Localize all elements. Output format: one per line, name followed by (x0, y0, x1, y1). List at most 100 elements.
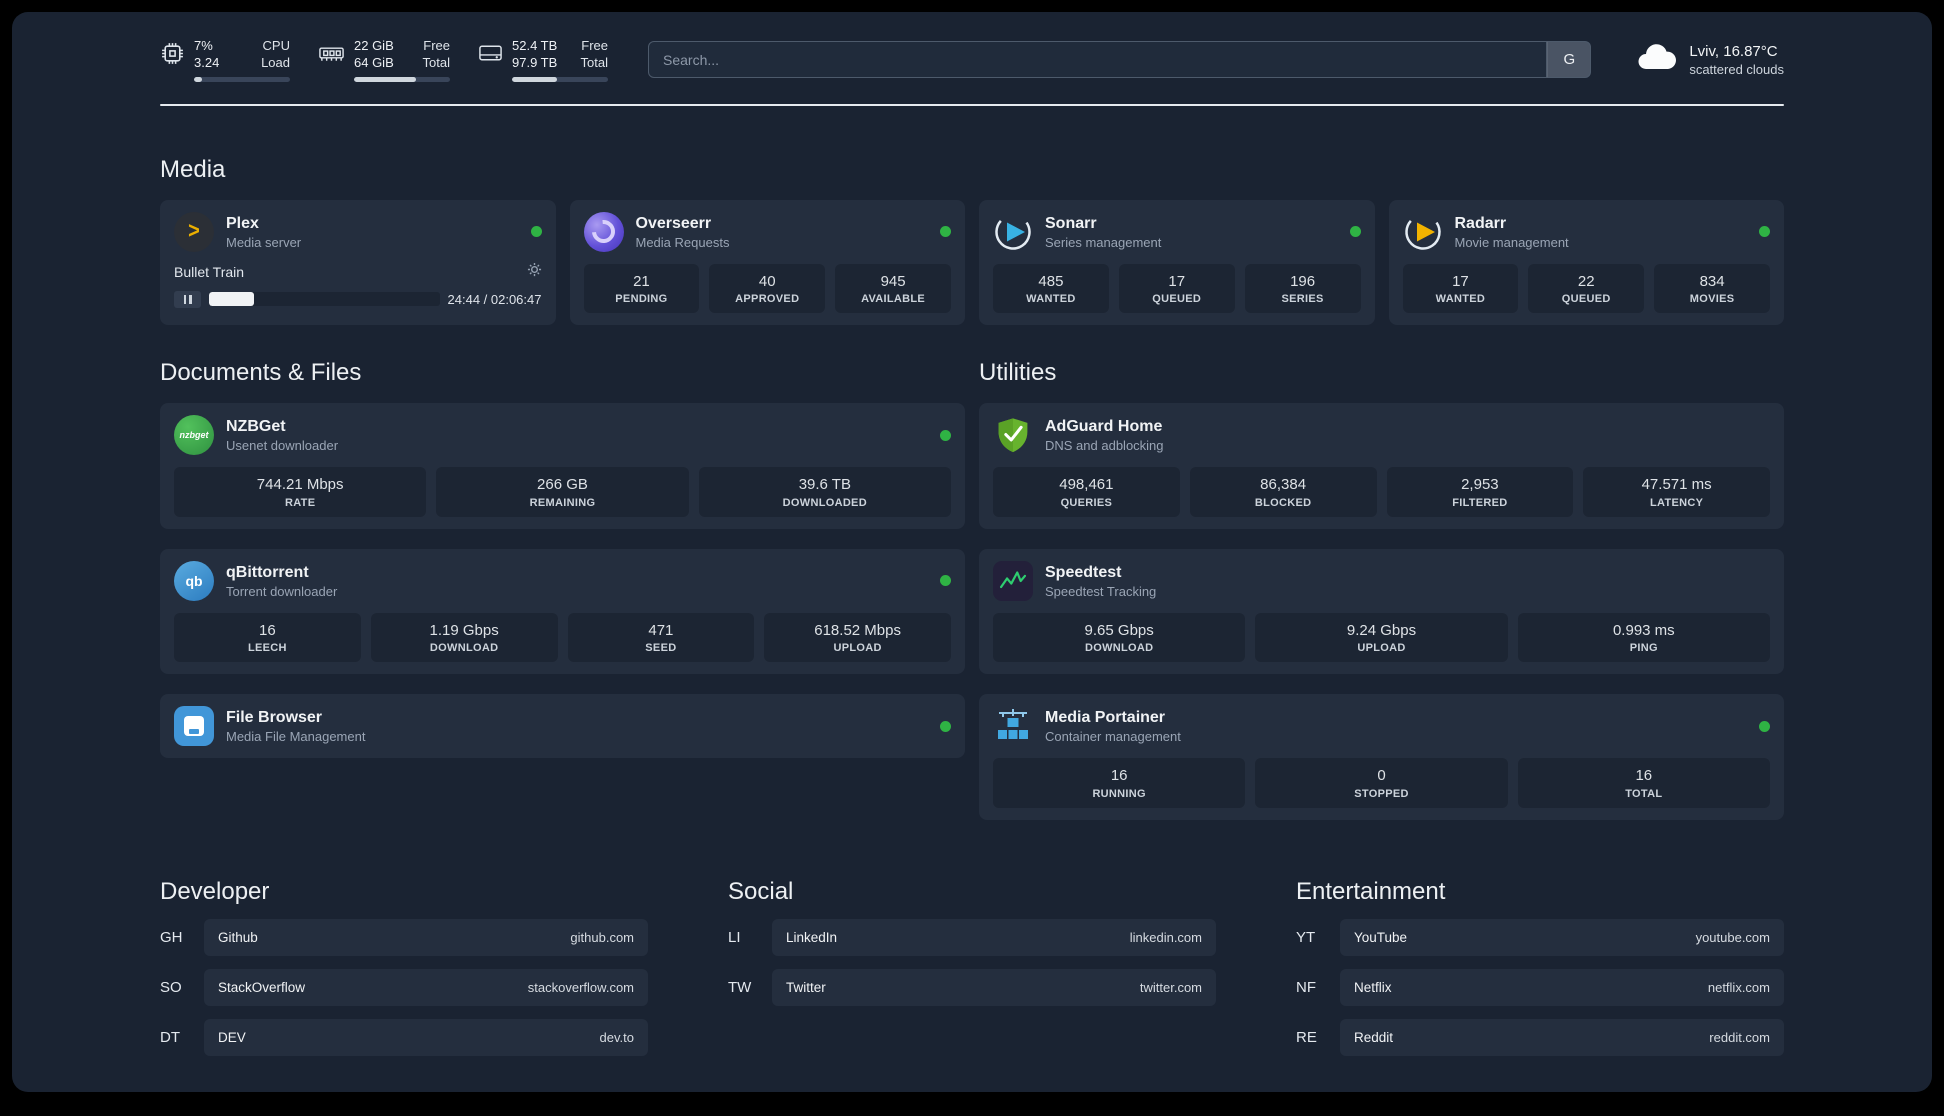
stat-value: 485 (1038, 272, 1064, 290)
system-metrics: 7% CPU 3.24 Load 22 GiB Free 64 GiB Total (160, 38, 608, 82)
bookmark-link-reddit[interactable]: Reddit reddit.com (1340, 1018, 1784, 1056)
filebrowser-icon (174, 706, 214, 747)
weather-widget: Lviv, 16.87°C scattered clouds (1635, 42, 1784, 77)
disk-icon (478, 41, 503, 70)
stat-tile: 945 AVAILABLE (835, 263, 951, 314)
bookmark-url: linkedin.com (1129, 929, 1202, 945)
cpu-usage-label: CPU (262, 38, 290, 53)
radarr-icon (1403, 212, 1443, 252)
bookmark-link-netflix[interactable]: Netflix netflix.com (1340, 968, 1784, 1006)
stat-tile: 196 SERIES (1244, 263, 1361, 314)
bookmark-row: LI LinkedIn linkedin.com (728, 918, 1216, 956)
section-title-utilities: Utilities (979, 359, 1057, 387)
disk-total-value: 97.9 TB (512, 54, 558, 70)
stat-label: FILTERED (1452, 496, 1508, 509)
stat-label: DOWNLOAD (429, 642, 499, 655)
stat-label: LEECH (247, 642, 287, 655)
bookmark-name: LinkedIn (786, 929, 838, 945)
bookmark-url: netflix.com (1707, 979, 1770, 995)
app-card-qbittorrent[interactable]: qb qBittorrent Torrent downloader 16 LEEC… (160, 548, 965, 675)
status-dot (1759, 226, 1770, 238)
bookmark-link-stackoverflow[interactable]: StackOverflow stackoverflow.com (204, 968, 648, 1006)
stat-value: 86,384 (1260, 476, 1307, 494)
section-title-media: Media (160, 155, 226, 183)
settings-gear-icon[interactable] (527, 262, 542, 282)
bookmark-row: YT YouTube youtube.com (1296, 918, 1784, 956)
app-card-sonarr[interactable]: Sonarr Series management 485 WANTED 17 QUE… (979, 199, 1375, 326)
bookmark-name: Twitter (786, 979, 826, 995)
stat-tile: 17 WANTED (1402, 263, 1519, 314)
stat-tile: 16 LEECH (174, 612, 361, 663)
media-grid: > Plex Media server Bullet Train 24:44 /… (160, 199, 1784, 326)
bookmark-link-twitter[interactable]: Twitter twitter.com (772, 968, 1216, 1006)
app-name: Media Portainer (1045, 709, 1166, 727)
search-input[interactable] (648, 41, 1548, 79)
stat-value: 21 (633, 272, 650, 290)
weather-location: Lviv, 16.87°C (1689, 42, 1778, 60)
bookmark-link-dev[interactable]: DEV dev.to (204, 1018, 648, 1056)
bookmark-abbr: SO (160, 978, 182, 996)
stat-tile: 86,384 BLOCKED (1189, 467, 1377, 517)
bookmark-url: dev.to (599, 1029, 634, 1045)
app-card-speedtest[interactable]: Speedtest Speedtest Tracking 9.65 Gbps DO… (979, 548, 1784, 675)
bookmark-abbr: RE (1296, 1028, 1317, 1046)
documents-column: Documents & Files nzbget NZBGet Usenet d… (160, 359, 965, 759)
app-card-plex[interactable]: > Plex Media server Bullet Train 24:44 /… (160, 199, 556, 326)
stat-label: TOTAL (1625, 787, 1663, 800)
app-name: Radarr (1454, 214, 1507, 232)
cpu-icon (160, 41, 185, 71)
sonarr-icon (993, 212, 1033, 252)
stat-tile: 0.993 ms PING (1517, 612, 1770, 663)
app-subtitle: Container management (1045, 729, 1181, 745)
stat-value: 16 (1635, 767, 1653, 785)
stat-tile: 618.52 Mbps UPLOAD (764, 612, 951, 663)
app-card-adguard[interactable]: AdGuard Home DNS and adblocking 498,461 Q… (979, 403, 1784, 529)
stat-tile: 834 MOVIES (1654, 263, 1770, 314)
app-card-portainer[interactable]: Media Portainer Container management 16 R… (979, 694, 1784, 820)
playback-progress-bar[interactable] (209, 292, 440, 307)
app-card-filebrowser[interactable]: File Browser Media File Management (160, 694, 965, 759)
header-divider (160, 103, 1784, 106)
section-title-entertainment: Entertainment (1296, 877, 1446, 905)
ram-icon (318, 41, 345, 70)
bookmark-abbr: TW (728, 978, 752, 996)
stat-tile: 47.571 ms LATENCY (1583, 467, 1770, 517)
stat-value: 1.19 Gbps (429, 621, 499, 639)
app-subtitle: DNS and adblocking (1045, 438, 1164, 454)
app-subtitle: Torrent downloader (226, 583, 338, 599)
app-card-overseerr[interactable]: Overseerr Media Requests 21 PENDING 40 APP… (569, 199, 965, 326)
bookmark-abbr: DT (160, 1028, 180, 1046)
bookmark-link-linkedin[interactable]: LinkedIn linkedin.com (772, 918, 1216, 956)
stat-label: PING (1629, 642, 1658, 655)
bookmark-link-youtube[interactable]: YouTube youtube.com (1340, 918, 1784, 956)
bookmark-row: NF Netflix netflix.com (1296, 968, 1784, 1006)
stat-value: 9.65 Gbps (1084, 621, 1154, 639)
search-bar: G (648, 41, 1592, 79)
plex-icon: > (174, 211, 214, 252)
stat-tile: 9.24 Gbps UPLOAD (1255, 612, 1508, 663)
portainer-icon (993, 706, 1033, 746)
stat-value: 22 (1577, 272, 1595, 290)
stat-label: AVAILABLE (861, 293, 926, 306)
stat-value: 945 (880, 272, 906, 290)
status-dot (1759, 720, 1770, 732)
stat-value: 0 (1377, 767, 1386, 785)
search-engine-button[interactable]: G (1547, 41, 1592, 79)
bookmark-link-github[interactable]: Github github.com (204, 918, 648, 956)
section-title-developer: Developer (160, 877, 270, 905)
stat-tile: 498,461 QUERIES (993, 467, 1180, 517)
stat-value: 618.52 Mbps (814, 621, 901, 639)
stat-value: 17 (1452, 272, 1469, 290)
disk-free-value: 52.4 TB (512, 38, 558, 53)
stat-value: 39.6 TB (798, 476, 851, 494)
cpu-load-label: Load (261, 54, 290, 70)
disk-free-label: Free (581, 38, 608, 53)
app-card-radarr[interactable]: Radarr Movie management 17 WANTED 22 QUEUE… (1388, 199, 1784, 326)
stat-value: 471 (648, 621, 674, 639)
status-dot (530, 226, 542, 238)
pause-button[interactable] (174, 290, 201, 308)
app-card-nzbget[interactable]: nzbget NZBGet Usenet downloader 744.21 M… (160, 403, 965, 529)
app-subtitle: Media Requests (635, 234, 730, 250)
bookmark-name: Reddit (1354, 1029, 1394, 1045)
app-subtitle: Media File Management (226, 729, 366, 745)
